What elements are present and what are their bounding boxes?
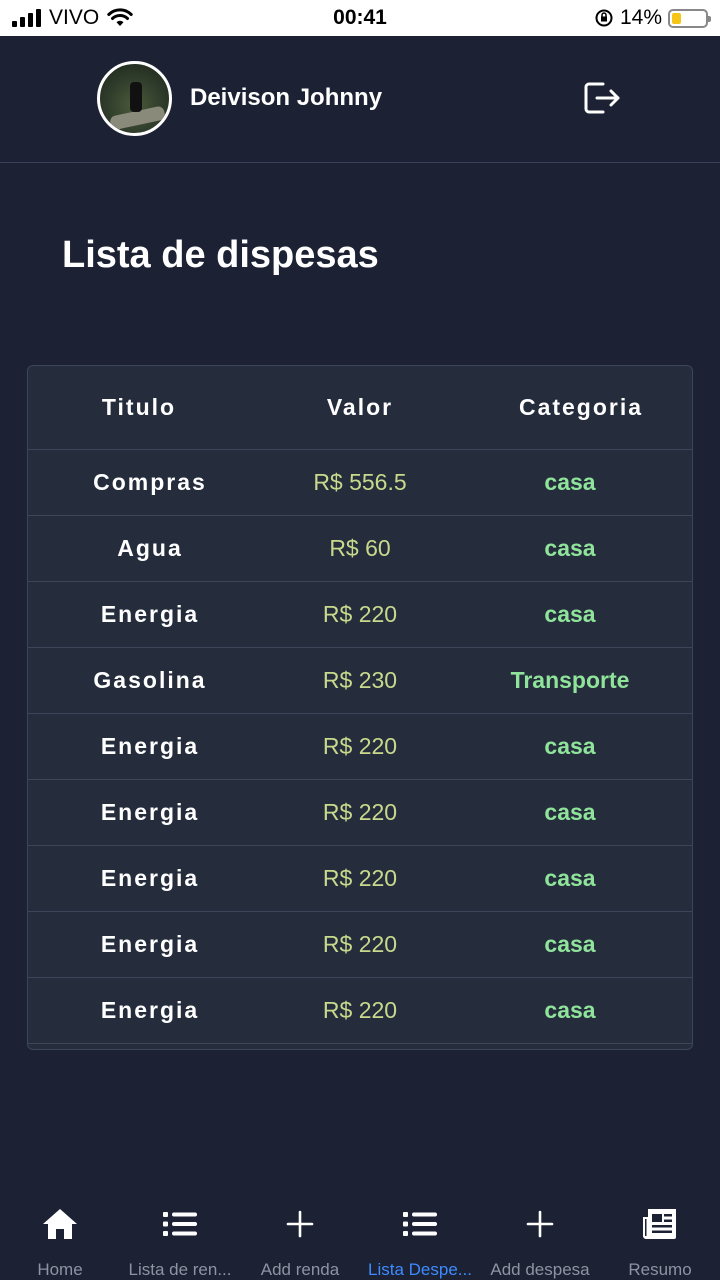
table-row[interactable]: Energia R$ 220 casa — [28, 714, 692, 780]
tab-expense-list[interactable]: Lista Despe... — [360, 1190, 480, 1280]
table-header: Titulo Valor Categoria — [28, 366, 692, 450]
row-value: R$ 220 — [322, 601, 398, 627]
row-title: Energia — [100, 733, 200, 759]
row-value: R$ 220 — [322, 799, 398, 825]
row-category: casa — [544, 601, 596, 627]
table-row[interactable]: Energia R$ 220 casa — [28, 912, 692, 978]
avatar[interactable] — [97, 61, 172, 136]
logout-icon[interactable] — [583, 80, 621, 116]
bottom-tab-bar: Home Lista de ren... Add renda Lista Des… — [0, 1190, 720, 1280]
row-category: casa — [544, 865, 596, 891]
tab-add-income[interactable]: Add renda — [240, 1190, 360, 1280]
row-title: Energia — [100, 997, 200, 1023]
tab-label: Lista de ren... — [128, 1260, 232, 1279]
rotation-lock-icon — [595, 9, 613, 27]
row-title: Energia — [100, 865, 200, 891]
row-title: Compras — [93, 469, 207, 495]
row-category: casa — [544, 535, 596, 561]
tab-label: Resumo — [628, 1260, 692, 1279]
row-value: R$ 220 — [322, 733, 398, 759]
row-category: casa — [544, 469, 596, 495]
row-title: Energia — [100, 931, 200, 957]
row-category: casa — [544, 997, 596, 1023]
table-row[interactable]: Energia R$ 220 casa — [28, 846, 692, 912]
row-title: Agua — [117, 535, 183, 561]
row-value: R$ 60 — [329, 535, 391, 561]
newspaper-icon — [643, 1209, 676, 1239]
tab-label: Add despesa — [490, 1260, 590, 1279]
list-icon — [403, 1212, 437, 1236]
status-bar: VIVO 00:41 14% — [0, 0, 720, 36]
column-header-category: Categoria — [518, 394, 644, 420]
row-value: R$ 230 — [322, 667, 398, 693]
battery-percent: 14% — [619, 6, 662, 29]
table-row[interactable]: Energia R$ 220 casa — [28, 780, 692, 846]
column-header-value: Valor — [326, 394, 394, 420]
app-header: Deivison Johnny — [0, 36, 720, 163]
list-icon — [163, 1212, 197, 1236]
tab-add-expense[interactable]: Add despesa — [480, 1190, 600, 1280]
home-icon — [43, 1209, 77, 1239]
row-value: R$ 220 — [322, 865, 398, 891]
row-category: casa — [544, 799, 596, 825]
column-header-title: Titulo — [101, 394, 177, 420]
row-title: Energia — [100, 601, 200, 627]
row-value: R$ 556.5 — [313, 469, 407, 495]
table-row[interactable]: Gasolina R$ 230 Transporte — [28, 648, 692, 714]
plus-icon — [286, 1210, 314, 1238]
page-title: Lista de dispesas — [62, 234, 379, 276]
battery-icon — [668, 8, 711, 28]
table-row[interactable]: Agua R$ 60 casa — [28, 516, 692, 582]
row-title: Energia — [100, 799, 200, 825]
table-row[interactable]: Energia R$ 220 casa — [28, 582, 692, 648]
row-category: casa — [544, 931, 596, 957]
row-title: Gasolina — [93, 667, 207, 693]
row-category: Transporte — [510, 667, 630, 693]
row-value: R$ 220 — [322, 931, 398, 957]
tab-income-list[interactable]: Lista de ren... — [120, 1190, 240, 1280]
row-category: casa — [544, 733, 596, 759]
row-value: R$ 220 — [322, 997, 398, 1023]
table-row[interactable]: Energia R$ 220 casa — [28, 978, 692, 1044]
tab-label: Home — [37, 1260, 83, 1279]
tab-summary[interactable]: Resumo — [600, 1190, 720, 1280]
table-row[interactable]: Compras R$ 556.5 casa — [28, 450, 692, 516]
tab-home[interactable]: Home — [0, 1190, 120, 1280]
expenses-table: Titulo Valor Categoria Compras R$ 556.5 … — [27, 365, 693, 1050]
plus-icon — [526, 1210, 554, 1238]
tab-label: Lista Despe... — [368, 1260, 472, 1279]
tab-label: Add renda — [260, 1260, 340, 1279]
username: Deivison Johnny — [190, 84, 383, 111]
